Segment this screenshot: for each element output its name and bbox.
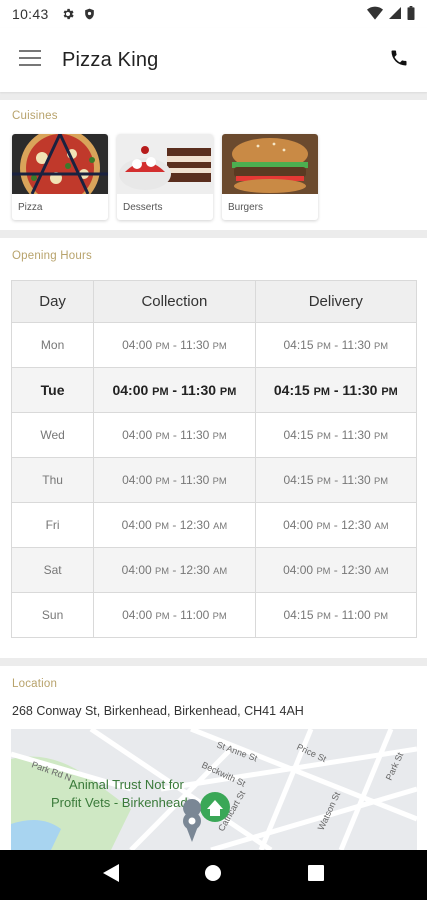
- cuisine-card-burgers[interactable]: Burgers: [222, 134, 318, 220]
- delivery-hours-cell: 04:00 PM - 12:30 AM: [255, 502, 418, 548]
- day-cell: Sat: [11, 547, 95, 593]
- opening-hours-table: Day Collection Delivery Mon 04:00 PM - 1…: [11, 280, 418, 638]
- delivery-hours-cell: 04:00 PM - 12:30 AM: [255, 547, 418, 593]
- table-header-row: Day Collection Delivery: [11, 280, 418, 323]
- delivery-hours-cell: 04:15 PM - 11:30 PM: [255, 412, 418, 458]
- cuisines-title: Cuisines: [12, 110, 58, 122]
- collection-hours-cell: 04:00 PM - 11:30 PM: [93, 457, 256, 503]
- day-cell: Sun: [11, 592, 95, 638]
- cuisine-label: Burgers: [228, 202, 264, 213]
- delivery-hours-cell: 04:15 PM - 11:30 PM: [255, 322, 418, 368]
- cuisine-label: Pizza: [18, 202, 43, 213]
- header-collection: Collection: [93, 280, 256, 323]
- back-button[interactable]: [91, 855, 131, 895]
- menu-button[interactable]: [0, 28, 60, 92]
- map-canvas: Park Rd N St Anne St Price St Beckwith S…: [11, 729, 417, 850]
- delivery-hours-cell: 04:15 PM - 11:00 PM: [255, 592, 418, 638]
- status-bar: 10:43: [0, 0, 427, 28]
- day-cell: Fri: [11, 502, 95, 548]
- app-bar: Pizza King: [0, 28, 427, 92]
- table-row: Sun 04:00 PM - 11:00 PM 04:15 PM - 11:00…: [11, 592, 418, 638]
- shield-icon: [83, 7, 96, 21]
- cuisines-section: Cuisines Pizza Desserts Burgers: [0, 100, 427, 230]
- back-triangle-icon: [103, 863, 120, 887]
- hamburger-menu-icon: [19, 49, 41, 71]
- table-row: Thu 04:00 PM - 11:30 PM 04:15 PM - 11:30…: [11, 457, 418, 503]
- day-cell: Thu: [11, 457, 95, 503]
- home-button[interactable]: [193, 855, 233, 895]
- table-row: Mon 04:00 PM - 11:30 PM 04:15 PM - 11:30…: [11, 322, 418, 368]
- map-place-name: Animal Trust Not for: [69, 777, 185, 792]
- recents-button[interactable]: [296, 855, 336, 895]
- phone-icon: [389, 48, 409, 73]
- collection-hours-cell: 04:00 PM - 11:30 PM: [93, 322, 256, 368]
- day-cell: Wed: [11, 412, 95, 458]
- location-section: Location 268 Conway St, Birkenhead, Birk…: [0, 666, 427, 850]
- desserts-image: [117, 134, 213, 194]
- location-title: Location: [12, 678, 58, 690]
- battery-icon: [407, 5, 415, 23]
- opening-hours-title: Opening Hours: [12, 250, 92, 262]
- status-time: 10:43: [12, 6, 49, 22]
- table-row: Wed 04:00 PM - 11:30 PM 04:15 PM - 11:30…: [11, 412, 418, 458]
- place-home-icon: [200, 792, 230, 822]
- day-cell: Tue: [11, 367, 95, 413]
- cuisine-label: Desserts: [123, 202, 163, 213]
- day-cell: Mon: [11, 322, 95, 368]
- table-row: Sat 04:00 PM - 12:30 AM 04:00 PM - 12:30…: [11, 547, 418, 593]
- delivery-hours-cell: 04:15 PM - 11:30 PM: [255, 457, 418, 503]
- collection-hours-cell: 04:00 PM - 11:00 PM: [93, 592, 256, 638]
- collection-hours-cell: 04:00 PM - 11:30 PM: [93, 367, 256, 413]
- map-place-name: Profit Vets - Birkenhead: [51, 795, 188, 810]
- home-circle-icon: [204, 864, 222, 887]
- table-row: Fri 04:00 PM - 12:30 AM 04:00 PM - 12:30…: [11, 502, 418, 548]
- collection-hours-cell: 04:00 PM - 11:30 PM: [93, 412, 256, 458]
- burgers-image: [222, 134, 318, 194]
- header-delivery: Delivery: [255, 280, 418, 323]
- recents-square-icon: [307, 864, 324, 886]
- cell-signal-icon: [389, 6, 401, 23]
- cuisine-card-pizza[interactable]: Pizza: [12, 134, 108, 220]
- call-button[interactable]: [371, 28, 427, 92]
- delivery-hours-cell: 04:15 PM - 11:30 PM: [255, 367, 418, 413]
- pizza-image: [12, 134, 108, 194]
- cuisine-card-desserts[interactable]: Desserts: [117, 134, 213, 220]
- collection-hours-cell: 04:00 PM - 12:30 AM: [93, 547, 256, 593]
- header-day: Day: [11, 280, 95, 323]
- collection-hours-cell: 04:00 PM - 12:30 AM: [93, 502, 256, 548]
- system-nav-bar: [0, 850, 427, 900]
- settings-gear-icon: [61, 7, 75, 21]
- page-title: Pizza King: [62, 48, 159, 71]
- cuisine-list: Pizza Desserts Burgers: [12, 134, 318, 220]
- wifi-icon: [367, 6, 383, 23]
- table-row-today: Tue 04:00 PM - 11:30 PM 04:15 PM - 11:30…: [11, 367, 418, 413]
- address-text: 268 Conway St, Birkenhead, Birkenhead, C…: [12, 704, 304, 718]
- map-view[interactable]: Park Rd N St Anne St Price St Beckwith S…: [11, 729, 417, 850]
- opening-hours-section: Opening Hours Day Collection Delivery Mo…: [0, 238, 427, 658]
